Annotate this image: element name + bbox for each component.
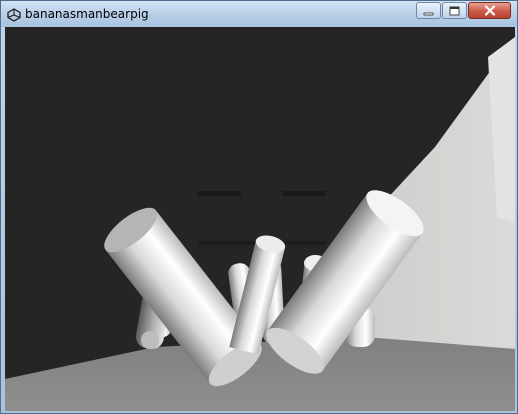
maximize-icon [449, 1, 460, 20]
window-controls [415, 2, 511, 20]
game-viewport[interactable] [5, 27, 515, 411]
close-button[interactable] [468, 2, 511, 19]
close-icon [484, 1, 496, 20]
back-marker-right [283, 191, 325, 196]
title-bar[interactable]: bananasmanbearpig [1, 1, 517, 27]
back-marker-left [197, 191, 241, 196]
scene-render [5, 27, 515, 411]
unity-icon [7, 7, 21, 22]
app-window: bananasmanbearpig [0, 0, 518, 414]
minimize-icon [423, 1, 434, 20]
window-title: bananasmanbearpig [25, 7, 149, 21]
minimize-button[interactable] [416, 2, 441, 19]
maximize-button[interactable] [442, 2, 467, 19]
